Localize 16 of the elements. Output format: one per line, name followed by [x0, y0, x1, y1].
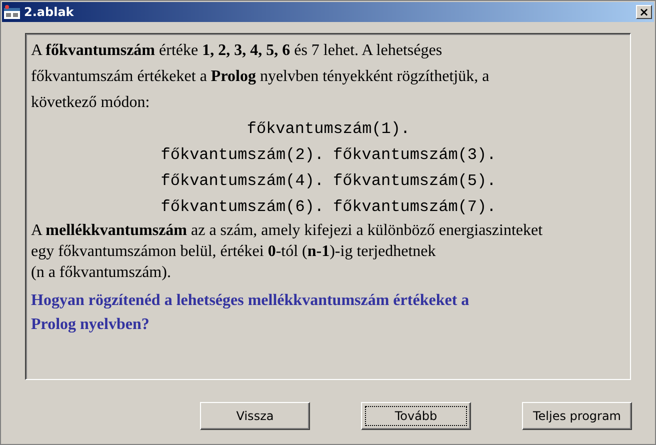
window-icon — [4, 5, 20, 19]
explanation-paragraph: A mellékkvantumszám az a szám, amely kifejezi a különböző energiaszinteket egy főkvantumszámon belül, értékei 0-tól (n-1)-ig terjedhetnek (n a főkvantumszám). — [31, 221, 544, 283]
code-line: főkvantumszám(4). — [160, 172, 324, 190]
close-button[interactable]: × — [636, 5, 652, 19]
dialog-button[interactable]: Tovább — [361, 402, 471, 430]
dialog-button[interactable]: Vissza — [200, 402, 310, 430]
window-title: 2.ablak — [24, 5, 75, 19]
code-line: főkvantumszám(2). — [160, 146, 324, 164]
code-line: főkvantumszám(6). — [160, 198, 324, 216]
code-line: főkvantumszám(1). — [246, 120, 410, 138]
question-text: Hogyan rögzítenéd a lehetséges mellékkvantumszám értékeket a Prolog nyelvben? — [31, 291, 470, 335]
code-line: főkvantumszám(7). — [333, 198, 496, 216]
code-line: főkvantumszám(5). — [333, 172, 496, 190]
dialog-button[interactable]: Teljes program — [522, 402, 632, 430]
code-line: főkvantumszám(3). — [333, 146, 496, 164]
intro-paragraph: A főkvantumszám értéke 1, 2, 3, 4, 5, 6 és 7 lehet. A lehetséges főkvantumszám értékeket a Prolog nyelvben tényekként rögzíthetjük, a következő módon: — [31, 41, 490, 113]
